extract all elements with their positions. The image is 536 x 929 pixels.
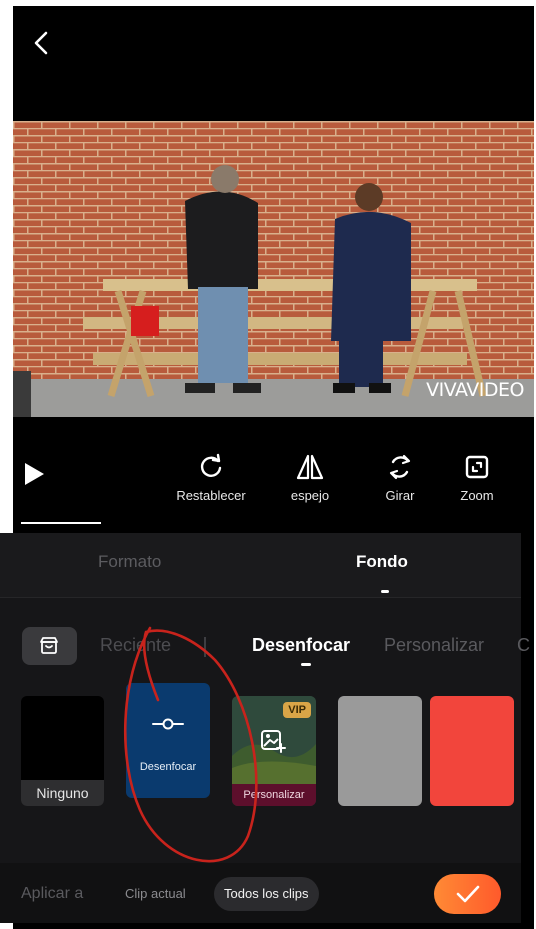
- tile-color-gray[interactable]: [338, 696, 422, 806]
- tile-ninguno[interactable]: Ninguno: [21, 696, 104, 806]
- apply-to-label: Aplicar a: [21, 885, 84, 902]
- mirror-button[interactable]: espejo: [265, 452, 355, 503]
- subtab-reciente[interactable]: Reciente: [100, 635, 171, 656]
- watermark: VIVAVIDEO: [426, 379, 524, 401]
- checkmark-icon: [456, 885, 480, 903]
- playback-progress: [21, 522, 101, 524]
- store-button[interactable]: [22, 627, 77, 665]
- confirm-button[interactable]: [434, 874, 501, 914]
- todos-los-clips-chip[interactable]: Todos los clips: [214, 877, 319, 911]
- play-icon: [25, 463, 44, 485]
- zoom-label: Zoom: [460, 488, 494, 503]
- tab-indicator: [381, 590, 389, 593]
- reset-label: Restablecer: [176, 488, 246, 503]
- subtab-indicator: [301, 663, 311, 666]
- tab-formato[interactable]: Formato: [98, 552, 161, 572]
- add-photo-icon: [261, 730, 286, 753]
- tile-desenfocar-label: Desenfocar: [139, 761, 197, 773]
- zoom-icon: [465, 455, 489, 479]
- tile-desenfocar[interactable]: Desenfocar: [126, 683, 210, 798]
- subtab-divider: [204, 637, 206, 657]
- reset-icon: [200, 453, 222, 477]
- reset-button[interactable]: Restablecer: [166, 452, 256, 503]
- tile-personalizar-label: Personalizar: [232, 784, 316, 806]
- tile-personalizar[interactable]: VIP Personalizar: [232, 696, 316, 806]
- subtab-personalizar[interactable]: Personalizar: [384, 635, 484, 656]
- mirror-label: espejo: [290, 488, 330, 503]
- tile-color-red[interactable]: [430, 696, 514, 806]
- play-button[interactable]: [20, 460, 48, 488]
- clip-actual-chip[interactable]: Clip actual: [115, 877, 196, 911]
- subtab-more[interactable]: C: [517, 635, 530, 656]
- zoom-button[interactable]: Zoom: [432, 452, 522, 503]
- blur-slider-icon: [152, 718, 184, 730]
- back-button[interactable]: [27, 28, 57, 58]
- mirror-icon: [296, 454, 324, 480]
- video-preview[interactable]: VIVAVIDEO: [13, 121, 534, 417]
- tab-fondo[interactable]: Fondo: [356, 552, 408, 572]
- chevron-left-icon: [34, 31, 48, 55]
- panel-tabs: [0, 533, 521, 598]
- vip-badge: VIP: [283, 702, 311, 718]
- video-frame: [13, 121, 534, 417]
- store-icon: [40, 637, 58, 654]
- tile-ninguno-label: Ninguno: [21, 780, 104, 806]
- rotate-icon: [389, 454, 411, 480]
- subtab-desenfocar[interactable]: Desenfocar: [252, 635, 350, 656]
